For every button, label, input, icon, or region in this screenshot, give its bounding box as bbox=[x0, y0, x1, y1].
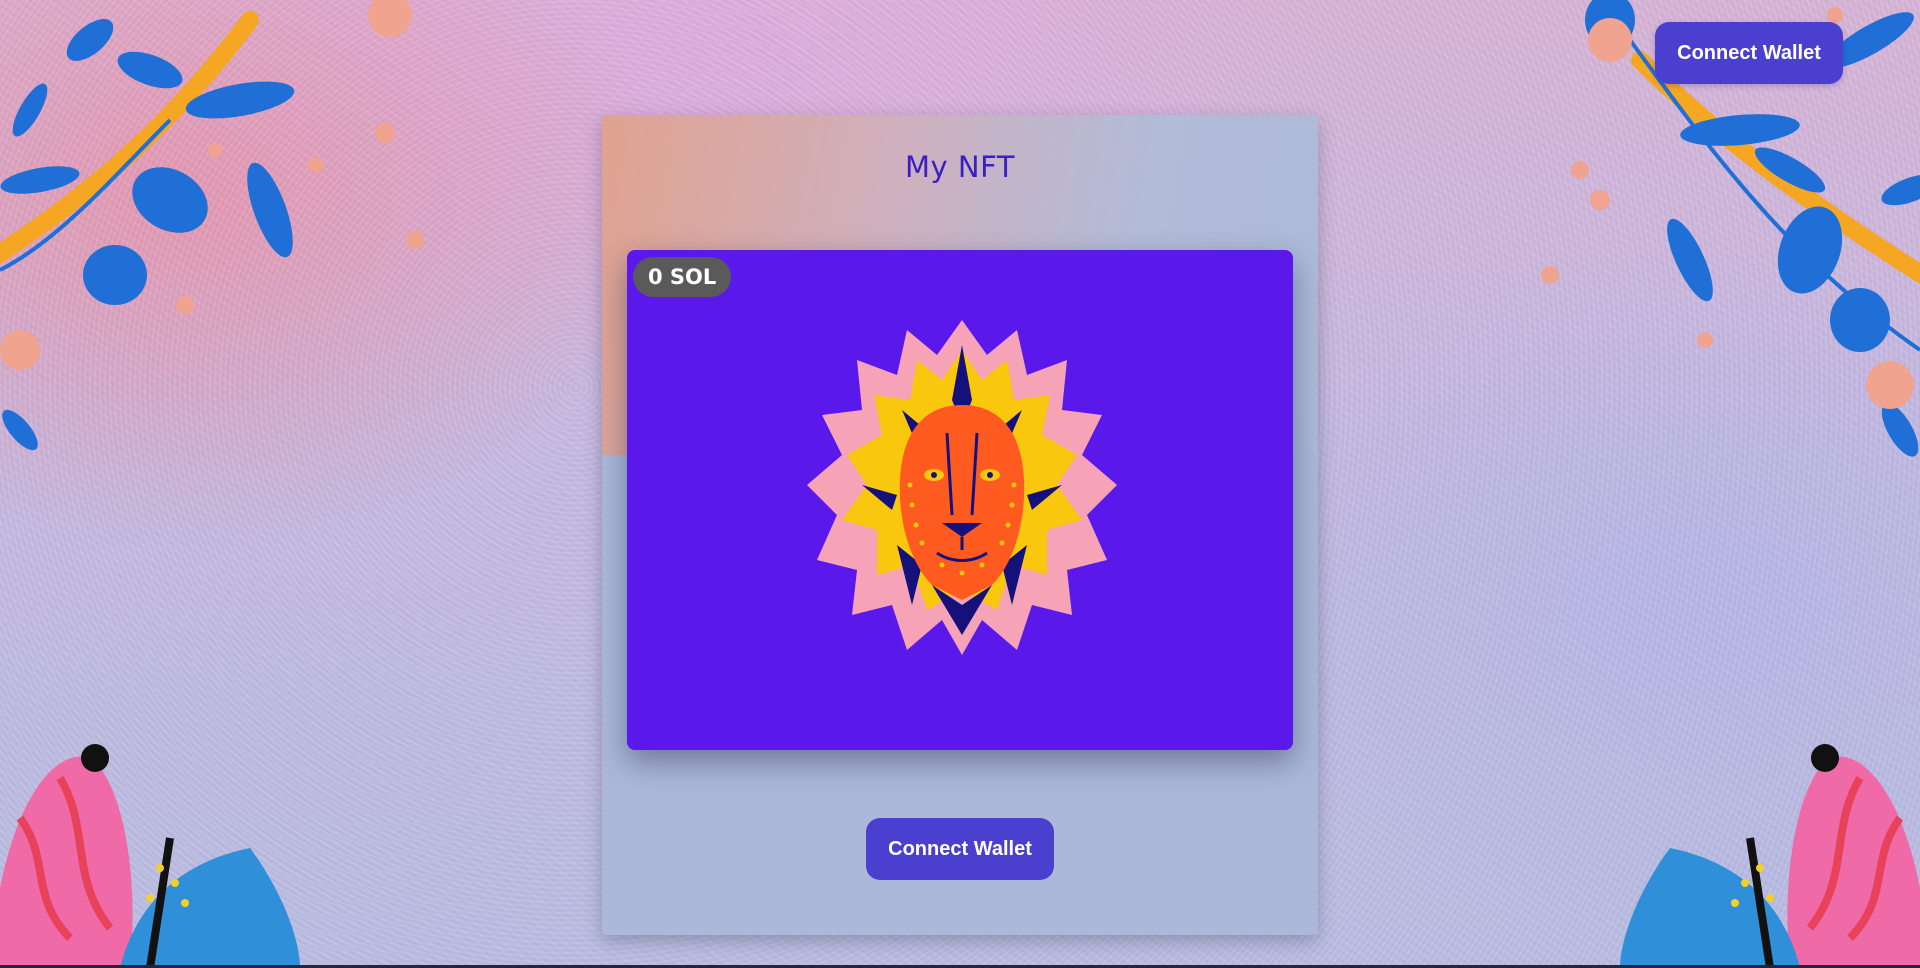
flower-decoration-bottom-right bbox=[1620, 744, 1920, 968]
connect-wallet-button[interactable]: Connect Wallet bbox=[866, 818, 1054, 880]
price-badge: 0 SOL bbox=[633, 257, 732, 297]
nft-card: My NFT 0 SOL Connect Wallet bbox=[602, 115, 1318, 935]
card-title: My NFT bbox=[905, 150, 1015, 184]
flower-decoration-bottom-left bbox=[0, 744, 300, 968]
nft-image[interactable]: 0 SOL bbox=[627, 250, 1293, 750]
page: Connect Wallet My NFT 0 SOL Connect Wall… bbox=[0, 0, 1920, 968]
leaf-branch-decoration-top-left bbox=[0, 0, 424, 451]
lion-head-icon bbox=[807, 320, 1117, 655]
connect-wallet-button-header[interactable]: Connect Wallet bbox=[1655, 22, 1843, 84]
